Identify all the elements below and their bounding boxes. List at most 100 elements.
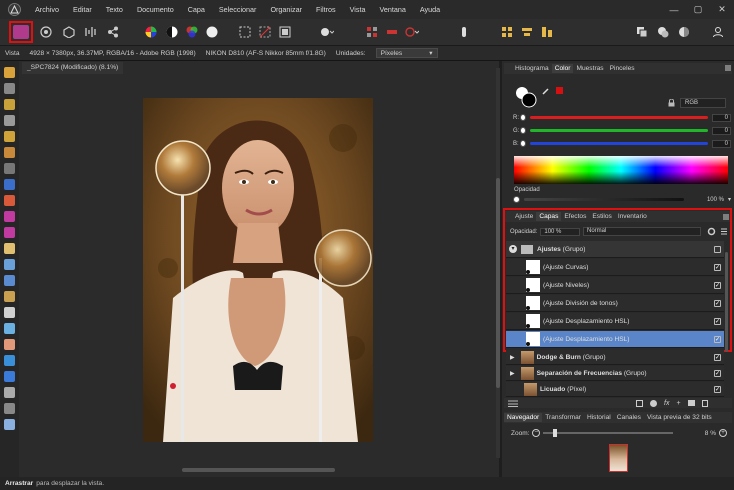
green-slider-knob[interactable] <box>520 127 527 134</box>
view-tool-icon[interactable] <box>4 67 15 78</box>
tab-pinceles[interactable]: Pinceles <box>607 64 638 73</box>
menu-capa[interactable]: Capa <box>181 5 212 14</box>
quick-mask-icon[interactable] <box>363 23 381 41</box>
layers-toggle-icon[interactable] <box>675 23 693 41</box>
maximize-button[interactable]: ▢ <box>686 0 710 19</box>
layer-group-frecuencias[interactable]: ▶ Separación de Frecuencias (Grupo) ✓ <box>506 366 724 381</box>
layer-row[interactable]: (Ajuste Desplazamiento HSL) ✓ <box>506 313 724 330</box>
stack-icon[interactable] <box>508 399 518 407</box>
layer-row[interactable]: (Ajuste Niveles) ✓ <box>506 277 724 294</box>
paint-brush-icon[interactable] <box>4 195 15 206</box>
visibility-checkbox[interactable]: ✓ <box>714 335 721 343</box>
hsl-icon[interactable] <box>183 23 201 41</box>
refine-dropdown-icon[interactable] <box>403 23 421 41</box>
red-value[interactable]: 0 <box>711 113 731 122</box>
tab-historial[interactable]: Historial <box>584 413 614 422</box>
layers-scrollbar[interactable] <box>725 252 728 352</box>
zoom-in-icon[interactable]: + <box>719 429 727 437</box>
layer-group-dodge-burn[interactable]: ▶ Dodge & Burn (Grupo) ✓ <box>506 350 724 365</box>
menu-filtros[interactable]: Filtros <box>309 5 343 14</box>
flood-select-icon[interactable] <box>4 147 15 158</box>
shape-tool-icon[interactable] <box>4 371 15 382</box>
photo-persona-button[interactable] <box>9 21 33 43</box>
tab-navegador[interactable]: Navegador <box>504 413 543 422</box>
trash-icon[interactable] <box>701 399 708 407</box>
zoom-tool-icon[interactable] <box>4 419 15 430</box>
layer-row[interactable]: (Ajuste Curvas) ✓ <box>506 259 724 276</box>
add-layer-icon[interactable]: + <box>676 400 680 407</box>
snapping-icon[interactable] <box>498 23 516 41</box>
blemish-tool-icon[interactable] <box>4 307 15 318</box>
fill-stroke-swatch[interactable] <box>515 86 537 108</box>
vertical-scroll-thumb[interactable] <box>496 178 500 388</box>
zoom-out-icon[interactable]: − <box>532 429 541 437</box>
collapse-icon[interactable]: ▾ <box>509 245 517 253</box>
develop-persona-icon[interactable] <box>60 23 78 41</box>
blue-slider-knob[interactable] <box>519 140 526 147</box>
color-spectrum[interactable] <box>514 156 728 184</box>
marquee-tool-icon[interactable] <box>4 163 15 174</box>
menu-ayuda[interactable]: Ayuda <box>413 5 447 14</box>
tab-histograma[interactable]: Histograma <box>512 64 552 73</box>
menu-editar[interactable]: Editar <box>66 5 99 14</box>
text-tool-icon[interactable] <box>4 387 15 398</box>
blue-value[interactable]: 0 <box>711 139 731 148</box>
mask-icon[interactable] <box>636 399 643 407</box>
opacity-knob[interactable] <box>513 196 520 203</box>
navigator-preview[interactable] <box>609 444 628 472</box>
tone-mapping-persona-icon[interactable] <box>82 23 100 41</box>
visibility-checkbox[interactable]: ✓ <box>714 353 721 361</box>
dodge-icon[interactable] <box>4 227 15 238</box>
visibility-checkbox[interactable]: ✓ <box>714 369 721 377</box>
visibility-checkbox[interactable]: ✓ <box>714 385 721 393</box>
blur-tool-icon[interactable] <box>4 323 15 334</box>
eyedropper-icon[interactable] <box>542 87 550 95</box>
expand-icon[interactable]: ▶ <box>510 354 515 361</box>
color-picker-tool-icon[interactable] <box>4 99 15 110</box>
color-swatch-red[interactable] <box>556 87 563 94</box>
group-folder-icon[interactable] <box>687 400 695 406</box>
align-icon[interactable] <box>518 23 536 41</box>
studio-icon[interactable] <box>633 23 651 41</box>
visibility-checkbox[interactable]: ✓ <box>714 299 721 307</box>
menu-organizar[interactable]: Organizar <box>263 5 309 14</box>
menu-vista[interactable]: Vista <box>343 5 373 14</box>
crop-tool-icon[interactable] <box>4 115 15 126</box>
export-persona-icon[interactable] <box>104 23 122 41</box>
marquee-icon[interactable] <box>236 23 254 41</box>
user-icon[interactable] <box>709 23 727 41</box>
layer-row-selected[interactable]: (Ajuste Desplazamiento HSL) ✓ <box>506 331 724 348</box>
visibility-checkbox[interactable]: ✓ <box>714 263 721 271</box>
adjustment-icon[interactable] <box>650 399 657 407</box>
document-tab[interactable]: _SPC7824 (Modificado) (8.1%) <box>22 62 124 74</box>
layer-licuado[interactable]: Licuado (Píxel) ✓ <box>506 382 724 397</box>
visibility-checkbox[interactable]: ✓ <box>714 281 721 289</box>
zoom-slider-knob[interactable] <box>553 429 558 437</box>
move-tool-icon[interactable] <box>4 83 15 94</box>
app-logo-icon[interactable] <box>0 0 28 19</box>
horizontal-scrollbar[interactable] <box>182 468 335 472</box>
menu-texto[interactable]: Texto <box>99 5 130 14</box>
assistant-icon[interactable] <box>455 23 473 41</box>
color-model-select[interactable]: RGB <box>680 98 726 108</box>
eraser-icon[interactable] <box>4 243 15 254</box>
pen-tool-icon[interactable] <box>4 355 15 366</box>
deselect-icon[interactable] <box>256 23 274 41</box>
lock-icon[interactable] <box>668 98 675 107</box>
minimize-button[interactable]: — <box>662 0 686 19</box>
panel-menu-icon[interactable] <box>725 65 731 71</box>
clone-tool-icon[interactable] <box>4 259 15 270</box>
color-wheel-icon[interactable] <box>142 23 160 41</box>
zoom-value[interactable]: 8 % <box>705 430 716 437</box>
tab-canales[interactable]: Canales <box>614 413 644 422</box>
tab-transformar[interactable]: Transformar <box>542 413 584 422</box>
tab-color[interactable]: Color <box>551 64 574 73</box>
color-opacity-value[interactable]: 100 % <box>707 197 724 203</box>
black-white-icon[interactable] <box>163 23 181 41</box>
chat-icon[interactable] <box>654 23 672 41</box>
mesh-warp-icon[interactable] <box>4 403 15 414</box>
fx-icon[interactable]: fx <box>664 400 669 407</box>
patch-tool-icon[interactable] <box>4 291 15 302</box>
tab-vista-previa[interactable]: Vista previa de 32 bits <box>644 413 715 422</box>
chevron-down-icon[interactable]: ▾ <box>728 196 731 203</box>
